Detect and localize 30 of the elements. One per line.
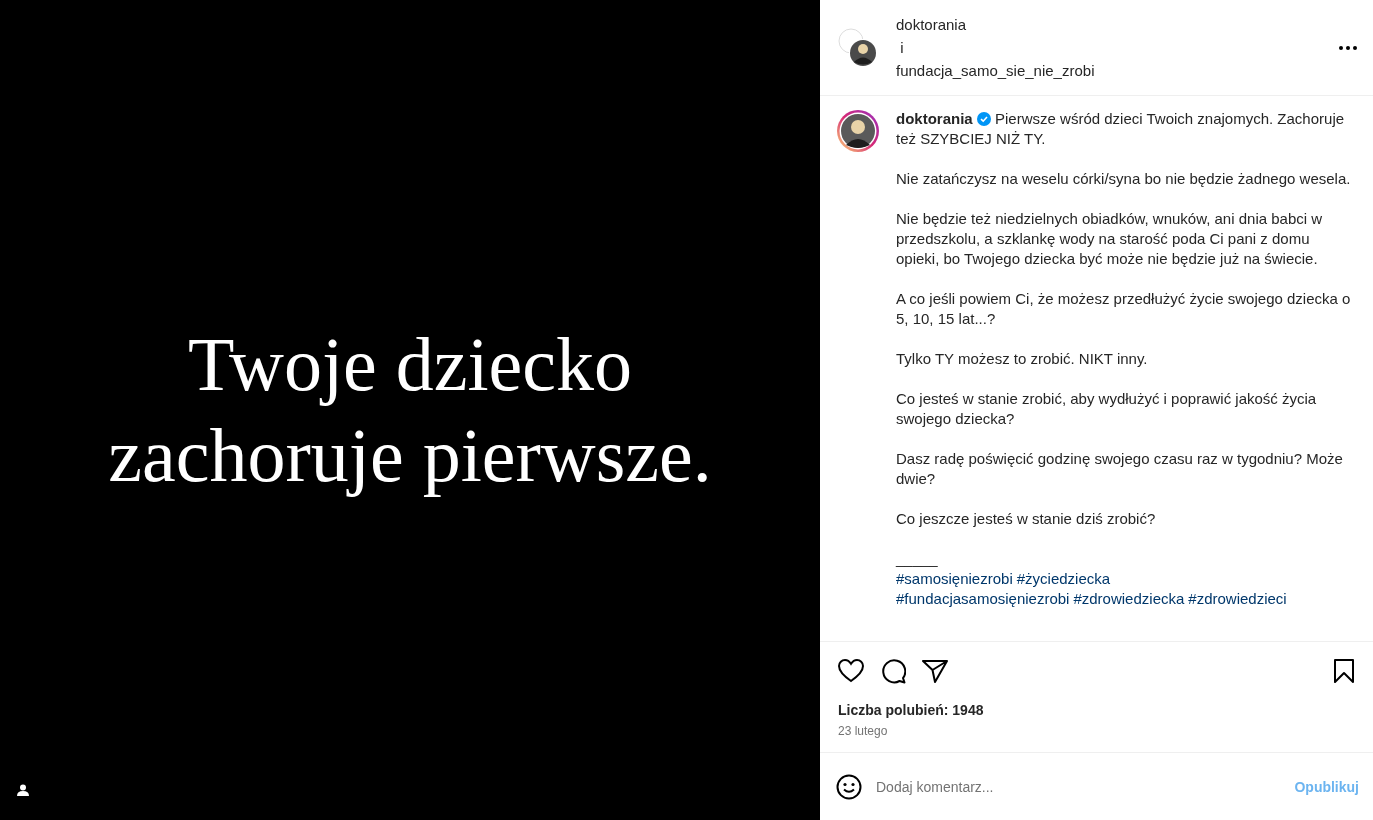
emoji-icon[interactable] — [836, 773, 862, 800]
person-icon[interactable] — [17, 784, 29, 796]
caption-text: Tylko TY możesz to zrobić. NIKT inny. — [896, 349, 1149, 369]
joiner-text: i — [899, 38, 905, 58]
author-link[interactable]: fundacja_samo_sie_nie_zrobi — [896, 59, 1321, 82]
likes-count: Liczba polubień: 1948 — [837, 701, 985, 720]
more-icon[interactable] — [1339, 45, 1357, 50]
caption-text: Nie będzie też niedzielnych obiadków, wnuków, ani dnia babci w przedszkolu, a szklankę wody na starość poda Ci pani z domu opieki, bo Twojego dziecka być może nie będzie już na świecie. — [896, 209, 1324, 269]
caption-text: Dasz radę poświęcić godzinę swojego czasu raz w tygodniu? Może dwie? — [896, 449, 1344, 489]
username-link[interactable]: doktorania — [896, 110, 973, 127]
avatar[interactable] — [838, 27, 878, 68]
hashtag-link[interactable]: #zdrowiedziecka — [1073, 589, 1185, 609]
caption-text: Nie zatańczysz na weselu córki/syna bo nie będzie żadnego wesela. — [896, 169, 1352, 189]
post-slide-text: Twoje dziecko zachoruje pierwsze. — [108, 320, 712, 499]
hashtag-link[interactable]: #zdrowiedzieci — [1188, 589, 1287, 609]
hashtag-link[interactable]: #samosięniezrobi — [896, 569, 1013, 589]
caption-text: doktorania Pierwsze wśród dzieci Twoich znajomych. Zachoruje też SZYBCIEJ NIŻ TY. — [896, 109, 1346, 149]
share-icon[interactable] — [922, 659, 948, 683]
hashtag-link[interactable]: #fundacjasamosięniezrobi — [896, 589, 1070, 609]
caption-text: Co jesteś w stanie zrobić, aby wydłużyć i poprawić jakość życia swojego dziecka? — [896, 389, 1318, 429]
comment-icon[interactable] — [880, 658, 906, 684]
avatar[interactable] — [836, 109, 880, 153]
caption-text: Co jeszcze jesteś w stanie dziś zrobić? — [896, 509, 1157, 529]
heart-icon[interactable] — [838, 659, 864, 683]
caption-text: A co jeśli powiem Ci, że możesz przedłużyć życie swojego dziecka o 5, 10, 15 lat...? — [896, 289, 1352, 329]
bookmark-icon[interactable] — [1333, 659, 1355, 683]
post-date: 23 lutego — [837, 723, 889, 740]
separator-text: _____ — [896, 549, 938, 569]
hashtag-link[interactable]: #życiedziecka — [1016, 569, 1111, 589]
author-link[interactable]: doktorania — [896, 13, 1321, 36]
